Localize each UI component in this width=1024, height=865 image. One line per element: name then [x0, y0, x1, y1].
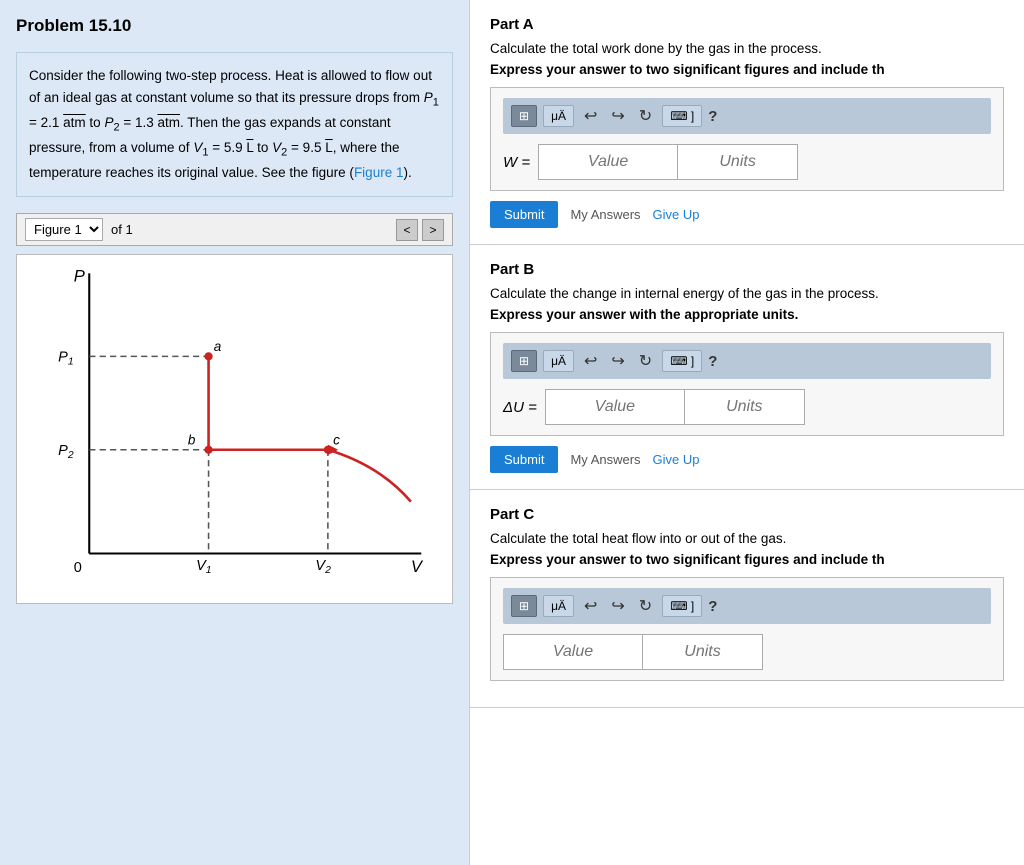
part-a-keyboard-btn[interactable]: ⌨ ]: [662, 105, 702, 127]
part-a-section: Part A Calculate the total work done by …: [470, 0, 1024, 245]
part-a-refresh-btn[interactable]: ↻: [635, 104, 656, 128]
svg-text:V1: V1: [196, 558, 211, 576]
part-a-answer-box: ⊞ μÄ ↩ ↪ ↻ ⌨ ] ? W =: [490, 87, 1004, 191]
part-b-mu-btn[interactable]: μÄ: [543, 350, 574, 372]
part-c-undo-btn[interactable]: ↩: [580, 594, 601, 618]
left-panel: Problem 15.10 Consider the following two…: [0, 0, 470, 865]
part-c-title: Part C: [490, 506, 1004, 523]
part-b-keyboard-btn[interactable]: ⌨ ]: [662, 350, 702, 372]
part-a-instruction: Express your answer to two significant f…: [490, 62, 1004, 77]
part-a-redo-btn[interactable]: ↪: [607, 104, 628, 128]
part-a-label: W =: [503, 154, 530, 171]
figure-prev-button[interactable]: <: [396, 219, 418, 241]
part-b-my-answers[interactable]: My Answers: [570, 452, 640, 467]
figure-select[interactable]: Figure 1: [25, 218, 103, 241]
part-a-mu-btn[interactable]: μÄ: [543, 105, 574, 127]
figure-link[interactable]: Figure 1: [354, 165, 404, 180]
part-b-refresh-btn[interactable]: ↻: [635, 349, 656, 373]
part-b-answer-box: ⊞ μÄ ↩ ↪ ↻ ⌨ ] ? ΔU =: [490, 332, 1004, 436]
part-a-help-btn[interactable]: ?: [708, 108, 717, 125]
part-b-grid-btn[interactable]: ⊞: [511, 350, 537, 372]
part-c-redo-btn[interactable]: ↪: [607, 594, 628, 618]
part-a-units-input[interactable]: [678, 144, 798, 180]
part-c-mu-btn[interactable]: μÄ: [543, 595, 574, 617]
part-b-give-up[interactable]: Give Up: [653, 452, 700, 467]
part-a-value-input[interactable]: [538, 144, 678, 180]
part-b-submit-button[interactable]: Submit: [490, 446, 558, 473]
part-b-value-input[interactable]: [545, 389, 685, 425]
part-a-give-up[interactable]: Give Up: [653, 207, 700, 222]
part-b-redo-btn[interactable]: ↪: [607, 349, 628, 373]
part-c-instruction: Express your answer to two significant f…: [490, 552, 1004, 567]
part-c-grid-btn[interactable]: ⊞: [511, 595, 537, 617]
right-panel: Part A Calculate the total work done by …: [470, 0, 1024, 865]
svg-text:P2: P2: [58, 443, 74, 461]
figure-of-label: of 1: [111, 222, 133, 237]
part-b-toolbar: ⊞ μÄ ↩ ↪ ↻ ⌨ ] ?: [503, 343, 991, 379]
part-b-label: ΔU =: [503, 399, 537, 416]
part-c-help-btn[interactable]: ?: [708, 598, 717, 615]
svg-text:P1: P1: [58, 350, 73, 368]
part-c-input-row: [503, 634, 991, 670]
part-a-input-row: W =: [503, 144, 991, 180]
part-c-keyboard-btn[interactable]: ⌨ ]: [662, 595, 702, 617]
graph-container: P V 0 P1 P2 V1 V2: [16, 254, 453, 604]
part-b-help-btn[interactable]: ?: [708, 353, 717, 370]
part-a-question: Calculate the total work done by the gas…: [490, 41, 1004, 56]
graph-svg: P V 0 P1 P2 V1 V2: [25, 263, 444, 595]
part-b-section: Part B Calculate the change in internal …: [470, 245, 1024, 490]
part-c-refresh-btn[interactable]: ↻: [635, 594, 656, 618]
part-c-question: Calculate the total heat flow into or ou…: [490, 531, 1004, 546]
part-a-toolbar: ⊞ μÄ ↩ ↪ ↻ ⌨ ] ?: [503, 98, 991, 134]
part-a-grid-btn[interactable]: ⊞: [511, 105, 537, 127]
svg-text:b: b: [188, 433, 196, 448]
figure-next-button[interactable]: >: [422, 219, 444, 241]
part-b-instruction: Express your answer with the appropriate…: [490, 307, 1004, 322]
part-a-my-answers[interactable]: My Answers: [570, 207, 640, 222]
part-a-undo-btn[interactable]: ↩: [580, 104, 601, 128]
svg-text:a: a: [214, 339, 222, 354]
svg-text:V2: V2: [315, 558, 331, 576]
part-c-units-input[interactable]: [643, 634, 763, 670]
part-b-undo-btn[interactable]: ↩: [580, 349, 601, 373]
part-b-input-row: ΔU =: [503, 389, 991, 425]
part-a-submit-button[interactable]: Submit: [490, 201, 558, 228]
part-c-section: Part C Calculate the total heat flow int…: [470, 490, 1024, 708]
part-a-submit-row: Submit My Answers Give Up: [490, 201, 1004, 228]
part-b-submit-row: Submit My Answers Give Up: [490, 446, 1004, 473]
part-c-value-input[interactable]: [503, 634, 643, 670]
part-a-title: Part A: [490, 16, 1004, 33]
part-b-units-input[interactable]: [685, 389, 805, 425]
problem-title: Problem 15.10: [16, 16, 453, 36]
svg-text:P: P: [74, 267, 85, 286]
svg-text:V: V: [411, 557, 424, 576]
part-c-toolbar: ⊞ μÄ ↩ ↪ ↻ ⌨ ] ?: [503, 588, 991, 624]
part-b-question: Calculate the change in internal energy …: [490, 286, 1004, 301]
part-c-answer-box: ⊞ μÄ ↩ ↪ ↻ ⌨ ] ?: [490, 577, 1004, 681]
figure-nav: Figure 1 of 1 < >: [16, 213, 453, 246]
part-b-title: Part B: [490, 261, 1004, 278]
svg-text:0: 0: [74, 560, 82, 576]
svg-text:c: c: [333, 433, 340, 448]
problem-text: Consider the following two-step process.…: [16, 52, 453, 197]
